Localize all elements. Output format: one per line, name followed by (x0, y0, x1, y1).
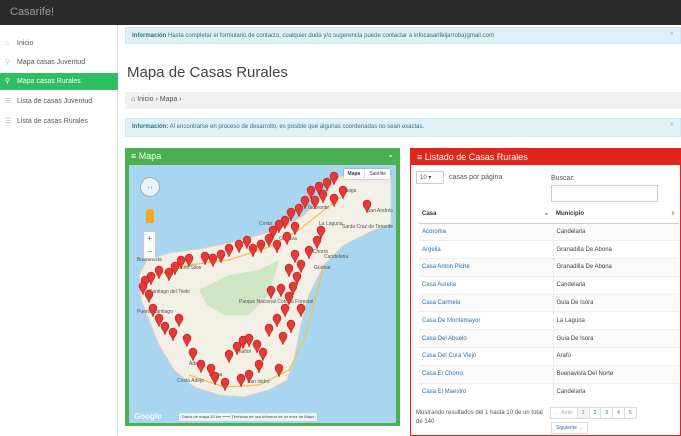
sidebar-item-mapa-rurales[interactable]: ⚲ Mapa casas Rurales (0, 73, 118, 90)
breadcrumb-home[interactable]: Inicio (137, 96, 153, 103)
list-icon: ☰ (5, 118, 12, 125)
casa-link[interactable]: Casa El Chorro (419, 364, 554, 384)
sidebar: ⌂ Inicio ⚲ Mapa casas Juventud ⚲ Mapa casas… (0, 25, 118, 436)
table-row[interactable]: Casa El Chorro Buenavista Del Norte (419, 364, 679, 384)
app-brand[interactable]: Casarife! (10, 6, 54, 18)
zoom-control: + − (143, 231, 156, 259)
map-svg[interactable]: AnagaSan AndrésSanta Cruz de TenerifeCan… (129, 165, 396, 423)
casa-link[interactable]: Casa El Maestro (419, 382, 554, 401)
google-logo: Google (134, 412, 162, 421)
casa-link[interactable]: Casa Del Cura Viejo (419, 347, 554, 366)
table-row[interactable]: Argelia Granadilla De Abona (419, 240, 679, 259)
search-input[interactable] (551, 185, 658, 202)
table-row[interactable]: Casa Aurelia Candelaria (419, 275, 679, 295)
home-icon: ⌂ (5, 40, 10, 47)
map-place-label: Santa Cruz de Tenerife (342, 224, 393, 230)
page-length-select[interactable]: 10 ▾ (416, 171, 444, 184)
list-panel-title: ≡ Listado de Casas Rurales (417, 152, 528, 162)
municipio-cell: Buenavista Del Norte (553, 364, 679, 384)
casa-link[interactable]: Acoroma (419, 222, 554, 241)
breadcrumb: ⌂ Inicio › Mapa › (125, 92, 681, 109)
casa-link[interactable]: Casa Anton Piche (419, 258, 554, 277)
pagination-next[interactable]: Siguiente → (551, 422, 589, 434)
close-icon[interactable]: × (669, 29, 674, 38)
municipio-cell: Candelaria (553, 222, 679, 241)
casa-link[interactable]: Casa De Montemayor (419, 311, 554, 330)
zoom-in-button[interactable]: + (144, 232, 155, 245)
table-row[interactable]: Acoroma Candelaria (419, 222, 679, 241)
list-panel: ≡ Listado de Casas Rurales 10 ▾ casas po… (410, 148, 681, 436)
page-length-control: 10 ▾ casas por página (416, 171, 502, 184)
sidebar-item-inicio[interactable]: ⌂ Inicio (0, 35, 118, 52)
close-icon[interactable]: × (669, 120, 674, 129)
info-alert-coords: Información: Al encontrarse en proceso d… (125, 118, 681, 137)
table-row[interactable]: Casa Anton Piche Granadilla De Abona (419, 258, 679, 277)
page-length-label: casas por página (448, 174, 503, 181)
list-panel-header: ≡ Listado de Casas Rurales (411, 149, 680, 165)
casa-link[interactable]: Casa Del Abuelo (419, 329, 554, 348)
info-alert-contact: Información Hasta completar el formulari… (125, 27, 681, 44)
casa-link[interactable]: Casa Aurelia (419, 275, 554, 295)
map-place-label: Costa (259, 221, 272, 227)
map-place-label: Santiago del Teide (149, 289, 190, 295)
map-marker-icon: ⚲ (5, 59, 11, 66)
map-place-label: Tacoronte (307, 205, 329, 211)
map-canvas[interactable]: Anaga San Andrés Santa Cruz de Tenerife Can… (129, 165, 396, 423)
pan-control-icon[interactable]: ‹ › (140, 177, 160, 197)
houses-table: Casa ▲ Municipio ⇕ Acoroma Candelaria Argeli… (419, 206, 679, 401)
column-header-casa[interactable]: Casa ▲ (419, 206, 553, 224)
municipio-cell: Arafo (553, 347, 679, 366)
map-marker-icon[interactable] (294, 203, 304, 218)
map-type-map-button[interactable]: Mapa (344, 169, 366, 179)
chevron-down-icon[interactable]: ⌄ (387, 150, 394, 159)
map-place-label: San Andrés (367, 208, 393, 214)
municipio-cell: Guia De Isora (553, 293, 679, 312)
map-place-label: Los Silos (181, 265, 202, 271)
pagination-page-5[interactable]: 5 (623, 407, 637, 419)
pagination: ← Atrás 1 2 3 4 5 (550, 407, 637, 419)
municipio-cell: Candelaria (553, 275, 679, 295)
sidebar-item-mapa-juventud[interactable]: ⚲ Mapa casas Juventud (0, 54, 118, 71)
casa-link[interactable]: Argelia (419, 240, 554, 259)
municipio-cell: La Laguna (553, 311, 679, 330)
municipio-cell: Candelaria (553, 382, 679, 401)
table-row[interactable]: Casa El Maestro Candelaria (419, 382, 679, 401)
breadcrumb-current: Mapa (159, 96, 178, 103)
sidebar-item-lista-juventud[interactable]: ☰ Lista de casas Juventud (0, 93, 118, 110)
zoom-out-button[interactable]: − (144, 245, 155, 258)
search-label: Buscar: (551, 175, 575, 182)
sidebar-item-lista-rurales[interactable]: ☰ Lista de casas Rurales (0, 113, 118, 130)
map-place-label: Costa Adeje (177, 378, 204, 384)
sort-asc-icon: ▲ (544, 211, 549, 217)
list-icon: ☰ (5, 98, 12, 105)
table-row[interactable]: Casa Del Abuelo Guia De Isora (419, 329, 679, 348)
table-row[interactable]: Casa De Montemayor La Laguna (419, 311, 679, 330)
map-panel-title: ≡ Mapa (131, 151, 162, 161)
municipio-cell: Granadilla De Abona (553, 258, 679, 277)
map-panel-header: ≡ Mapa ⌄ (125, 148, 400, 164)
map-panel: ≡ Mapa ⌄ Anaga San Andrés Santa Cruz de Te… (125, 148, 400, 426)
municipio-cell: Guia De Isora (553, 329, 679, 348)
map-type-satellite-button[interactable]: Satélite (365, 169, 390, 179)
pegman-icon[interactable] (146, 209, 154, 223)
map-footer[interactable]: Datos de mapa 10 km ⎯⎯⎯⎯ Términos de uso… (179, 413, 318, 421)
map-type-control: Mapa Satélite (343, 169, 390, 179)
table-row[interactable]: Casa Del Cura Viejo Arafo (419, 347, 679, 366)
table-row[interactable]: Casa Carmela Guia De Isora (419, 293, 679, 312)
map-place-label: Güímar (314, 265, 331, 271)
pagination-info: Mostrando resultados del 1 hasta 10 de u… (416, 410, 543, 425)
page-title: Mapa de Casas Rurales (127, 64, 288, 81)
home-icon: ⌂ (131, 96, 136, 103)
column-header-municipio[interactable]: Municipio ⇕ (553, 206, 679, 224)
casa-link[interactable]: Casa Carmela (419, 293, 554, 312)
map-marker-icon: ⚲ (5, 78, 11, 85)
sort-icon: ⇕ (670, 211, 675, 217)
pagination-prev[interactable]: ← Atrás (550, 407, 578, 419)
municipio-cell: Granadilla De Abona (553, 240, 679, 259)
top-navbar: Casarife! (0, 0, 681, 25)
